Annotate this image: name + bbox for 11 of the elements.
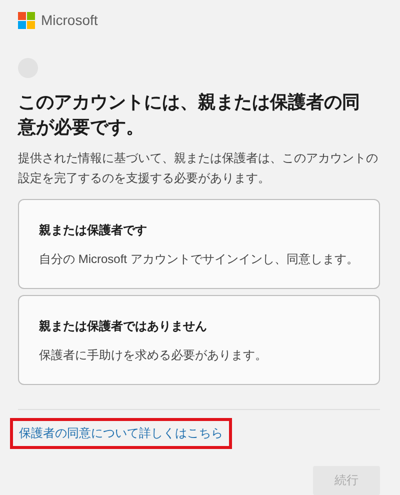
page-heading: このアカウントには、親または保護者の同意が必要です。 bbox=[18, 91, 361, 139]
consent-info-link[interactable]: 保護者の同意について詳しくはこちら bbox=[10, 418, 232, 449]
option-title: 親または保護者ではありません bbox=[39, 318, 208, 335]
option-card[interactable]: 親または保護者ではありません 保護者に手助けを求める必要があります。 bbox=[18, 295, 380, 385]
option-detail: 自分の Microsoft アカウントでサインインし、同意します。 bbox=[39, 251, 359, 268]
description: 提供された情報に基づいて、親または保護者は、このアカウントの設定を完了するのを支援する必要があります。 bbox=[18, 150, 379, 187]
brand-name: Microsoft bbox=[41, 12, 98, 28]
option-card[interactable]: 親または保護者です 自分の Microsoft アカウントでサインインし、同意します。 bbox=[18, 199, 380, 289]
microsoft-logo-icon bbox=[18, 12, 35, 28]
option-title: 親または保護者です bbox=[39, 222, 148, 239]
option-detail: 保護者に手助けを求める必要があります。 bbox=[39, 347, 268, 364]
